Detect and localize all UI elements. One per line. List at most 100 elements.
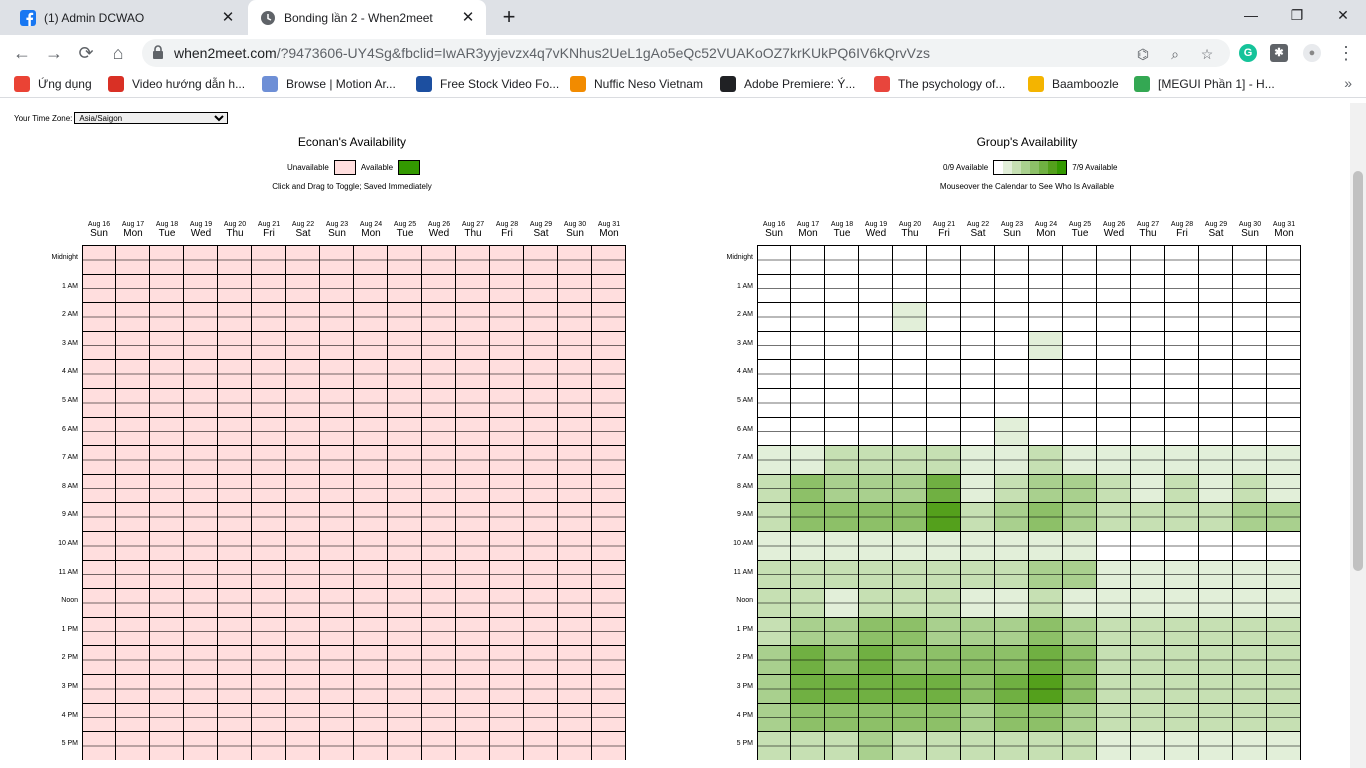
my-time-slot[interactable] <box>490 273 524 303</box>
group-time-slot[interactable] <box>893 473 927 503</box>
my-time-slot[interactable] <box>252 416 286 446</box>
my-time-slot[interactable] <box>558 302 592 331</box>
my-time-slot[interactable] <box>116 674 150 703</box>
group-time-slot[interactable] <box>1029 416 1063 446</box>
group-time-slot[interactable] <box>825 445 859 474</box>
my-time-slot[interactable] <box>218 531 252 560</box>
my-time-slot[interactable] <box>218 674 252 703</box>
my-time-slot[interactable] <box>490 559 524 589</box>
my-time-slot[interactable] <box>150 502 184 531</box>
my-time-slot[interactable] <box>218 473 252 503</box>
my-time-slot[interactable] <box>184 731 218 760</box>
my-time-slot[interactable] <box>320 445 354 474</box>
my-time-slot[interactable] <box>252 645 286 674</box>
reload-button[interactable]: ⟳ <box>73 40 99 66</box>
group-time-slot[interactable] <box>1029 388 1063 417</box>
group-time-slot[interactable] <box>1165 559 1199 589</box>
group-time-slot[interactable] <box>1063 473 1097 503</box>
group-time-slot[interactable] <box>1097 473 1131 503</box>
group-time-slot[interactable] <box>859 531 893 560</box>
my-time-slot[interactable] <box>116 531 150 560</box>
bookmark-item[interactable]: Ứng dụng <box>14 75 92 93</box>
my-time-slot[interactable] <box>388 674 422 703</box>
group-time-slot[interactable] <box>1233 731 1267 760</box>
group-time-slot[interactable] <box>1063 416 1097 446</box>
my-time-slot[interactable] <box>116 359 150 388</box>
group-time-slot[interactable] <box>1199 473 1233 503</box>
my-time-slot[interactable] <box>388 616 422 646</box>
group-time-slot[interactable] <box>1165 531 1199 560</box>
my-time-slot[interactable] <box>116 588 150 617</box>
my-time-slot[interactable] <box>252 330 286 360</box>
my-time-slot[interactable] <box>422 588 456 617</box>
my-time-slot[interactable] <box>456 645 490 674</box>
my-time-slot[interactable] <box>116 731 150 760</box>
my-time-slot[interactable] <box>490 388 524 417</box>
more-bookmarks-icon[interactable]: » <box>1344 75 1352 91</box>
my-time-slot[interactable] <box>388 330 422 360</box>
my-time-slot[interactable] <box>592 588 626 617</box>
extensions-icon[interactable]: ✱ <box>1270 44 1288 62</box>
my-time-slot[interactable] <box>558 731 592 760</box>
my-time-slot[interactable] <box>354 674 388 703</box>
group-time-slot[interactable] <box>859 388 893 417</box>
my-time-slot[interactable] <box>592 616 626 646</box>
my-time-slot[interactable] <box>82 416 116 446</box>
new-tab-button[interactable]: + <box>498 6 520 28</box>
my-time-slot[interactable] <box>184 273 218 303</box>
my-time-slot[interactable] <box>524 245 558 274</box>
my-time-slot[interactable] <box>354 245 388 274</box>
my-time-slot[interactable] <box>184 302 218 331</box>
my-time-slot[interactable] <box>252 674 286 703</box>
group-time-slot[interactable] <box>893 502 927 531</box>
group-time-slot[interactable] <box>893 616 927 646</box>
group-time-slot[interactable] <box>893 588 927 617</box>
my-time-slot[interactable] <box>218 359 252 388</box>
group-time-slot[interactable] <box>1233 645 1267 674</box>
group-time-slot[interactable] <box>927 273 961 303</box>
my-time-slot[interactable] <box>456 445 490 474</box>
group-time-slot[interactable] <box>995 731 1029 760</box>
group-time-slot[interactable] <box>995 674 1029 703</box>
my-time-slot[interactable] <box>388 445 422 474</box>
my-time-slot[interactable] <box>592 531 626 560</box>
my-time-slot[interactable] <box>558 674 592 703</box>
my-time-slot[interactable] <box>558 531 592 560</box>
group-time-slot[interactable] <box>893 416 927 446</box>
my-time-slot[interactable] <box>82 330 116 360</box>
group-time-slot[interactable] <box>1131 731 1165 760</box>
my-time-slot[interactable] <box>388 245 422 274</box>
group-time-slot[interactable] <box>927 416 961 446</box>
group-time-slot[interactable] <box>1097 359 1131 388</box>
my-time-slot[interactable] <box>456 473 490 503</box>
group-time-slot[interactable] <box>859 588 893 617</box>
my-time-slot[interactable] <box>592 702 626 732</box>
my-time-slot[interactable] <box>422 502 456 531</box>
group-time-slot[interactable] <box>1097 645 1131 674</box>
my-time-slot[interactable] <box>116 302 150 331</box>
my-time-slot[interactable] <box>524 473 558 503</box>
group-time-slot[interactable] <box>1165 445 1199 474</box>
group-time-slot[interactable] <box>995 245 1029 274</box>
group-time-slot[interactable] <box>927 531 961 560</box>
my-time-slot[interactable] <box>558 473 592 503</box>
my-time-slot[interactable] <box>456 502 490 531</box>
tab-admin-dcwao[interactable]: (1) Admin DCWAO ✕ <box>8 0 246 35</box>
my-time-slot[interactable] <box>422 445 456 474</box>
group-time-slot[interactable] <box>1063 559 1097 589</box>
group-time-slot[interactable] <box>1267 531 1301 560</box>
my-time-slot[interactable] <box>354 616 388 646</box>
my-time-slot[interactable] <box>456 388 490 417</box>
profile-avatar[interactable]: ● <box>1303 44 1321 62</box>
my-time-slot[interactable] <box>456 302 490 331</box>
my-time-slot[interactable] <box>116 445 150 474</box>
group-time-slot[interactable] <box>1029 273 1063 303</box>
group-time-slot[interactable] <box>1097 731 1131 760</box>
group-time-slot[interactable] <box>757 330 791 360</box>
my-time-slot[interactable] <box>184 245 218 274</box>
my-time-slot[interactable] <box>592 388 626 417</box>
group-time-slot[interactable] <box>1165 588 1199 617</box>
group-time-slot[interactable] <box>757 273 791 303</box>
group-time-slot[interactable] <box>791 588 825 617</box>
group-time-slot[interactable] <box>927 245 961 274</box>
